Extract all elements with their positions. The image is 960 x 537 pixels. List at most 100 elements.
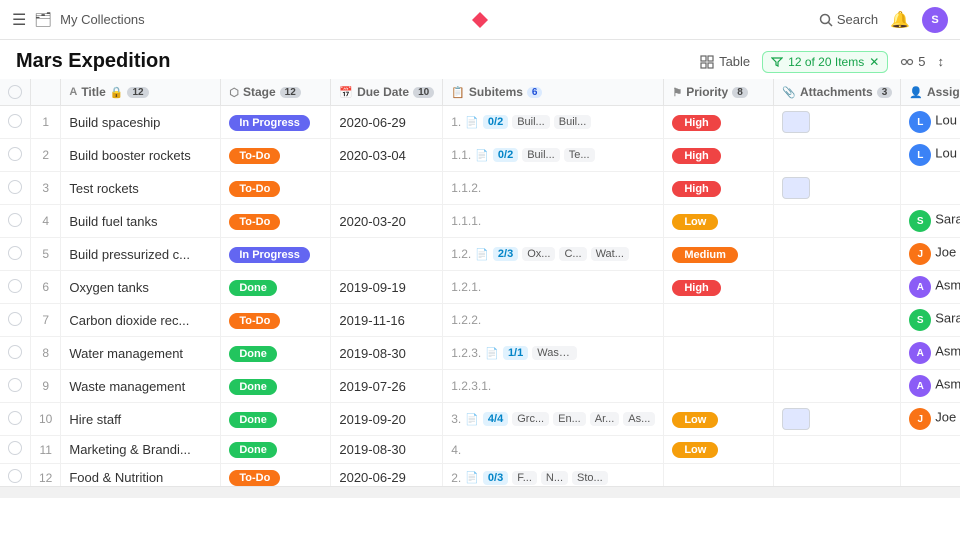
row-title[interactable]: Build pressurized c... bbox=[61, 238, 221, 271]
row-assigned[interactable]: AAsmo bbox=[901, 337, 960, 370]
row-checkbox[interactable] bbox=[8, 279, 22, 293]
th-check[interactable] bbox=[0, 79, 31, 106]
row-title[interactable]: Waste management bbox=[61, 370, 221, 403]
row-priority[interactable]: Low bbox=[664, 403, 774, 436]
table-row[interactable]: 5Build pressurized c...In Progress1.2.📄2… bbox=[0, 238, 960, 271]
row-priority[interactable] bbox=[664, 304, 774, 337]
table-row[interactable]: 11Marketing & Brandi...Done2019-08-304.L… bbox=[0, 436, 960, 464]
group-button[interactable]: 5 bbox=[900, 54, 925, 69]
row-attachments[interactable] bbox=[774, 370, 901, 403]
table-row[interactable]: 8Water managementDone2019-08-301.2.3.📄1/… bbox=[0, 337, 960, 370]
row-title[interactable]: Oxygen tanks bbox=[61, 271, 221, 304]
row-priority[interactable]: High bbox=[664, 271, 774, 304]
row-subitems[interactable]: 1.📄0/2Buil...Buil... bbox=[443, 106, 664, 139]
row-subitems[interactable]: 1.1.📄0/2Buil...Te... bbox=[443, 139, 664, 172]
row-subitems[interactable]: 1.2.3.1. bbox=[443, 370, 664, 403]
row-checkbox[interactable] bbox=[8, 114, 22, 128]
row-stage[interactable]: In Progress bbox=[221, 106, 331, 139]
row-attachments[interactable] bbox=[774, 238, 901, 271]
row-stage[interactable]: To-Do bbox=[221, 304, 331, 337]
row-priority[interactable]: Low bbox=[664, 436, 774, 464]
row-subitems[interactable]: 3.📄4/4Grc...En...Ar...As... bbox=[443, 403, 664, 436]
filter-badge[interactable]: 12 of 20 Items ✕ bbox=[762, 51, 888, 73]
row-title[interactable]: Hire staff bbox=[61, 403, 221, 436]
row-title[interactable]: Build spaceship bbox=[61, 106, 221, 139]
row-subitems[interactable]: 1.2.1. bbox=[443, 271, 664, 304]
row-stage[interactable]: Done bbox=[221, 337, 331, 370]
th-attachments[interactable]: 📎 Attachments 3 bbox=[774, 79, 901, 106]
sort-button[interactable]: ↕ bbox=[938, 54, 945, 69]
row-priority[interactable] bbox=[664, 337, 774, 370]
row-subitems[interactable]: 1.1.1. bbox=[443, 205, 664, 238]
row-stage[interactable]: Done bbox=[221, 403, 331, 436]
row-checkbox[interactable] bbox=[8, 378, 22, 392]
row-checkbox[interactable] bbox=[8, 246, 22, 260]
th-assigned[interactable]: 👤 Assigned To 9 bbox=[901, 79, 960, 106]
bell-icon[interactable]: 🔔 bbox=[890, 10, 910, 30]
row-title[interactable]: Water management bbox=[61, 337, 221, 370]
row-assigned[interactable]: JJoe bbox=[901, 238, 960, 271]
row-attachments[interactable] bbox=[774, 464, 901, 487]
row-subitems[interactable]: 4. bbox=[443, 436, 664, 464]
row-subitems[interactable]: 1.2.📄2/3Ox...C...Wat... bbox=[443, 238, 664, 271]
th-title[interactable]: A Title 🔒 12 bbox=[61, 79, 221, 106]
row-assigned[interactable]: LLou bbox=[901, 139, 960, 172]
table-view-button[interactable]: Table bbox=[700, 54, 750, 69]
row-assigned[interactable]: LLou bbox=[901, 106, 960, 139]
row-attachments[interactable] bbox=[774, 271, 901, 304]
th-priority[interactable]: ⚑ Priority 8 bbox=[664, 79, 774, 106]
row-priority[interactable]: High bbox=[664, 106, 774, 139]
row-checkbox[interactable] bbox=[8, 213, 22, 227]
th-stage[interactable]: ⬡ Stage 12 bbox=[221, 79, 331, 106]
row-subitems[interactable]: 1.2.3.📄1/1Waste ma... bbox=[443, 337, 664, 370]
row-subitems[interactable]: 2.📄0/3F...N...Sto... bbox=[443, 464, 664, 487]
row-priority[interactable] bbox=[664, 464, 774, 487]
row-priority[interactable] bbox=[664, 370, 774, 403]
menu-icon[interactable]: ☰ bbox=[12, 10, 26, 30]
row-title[interactable]: Test rockets bbox=[61, 172, 221, 205]
row-stage[interactable]: To-Do bbox=[221, 172, 331, 205]
row-priority[interactable]: High bbox=[664, 172, 774, 205]
table-row[interactable]: 3Test rocketsTo-Do1.1.2.High bbox=[0, 172, 960, 205]
row-stage[interactable]: Done bbox=[221, 436, 331, 464]
row-priority[interactable]: Low bbox=[664, 205, 774, 238]
row-attachments[interactable] bbox=[774, 403, 901, 436]
row-priority[interactable]: Medium bbox=[664, 238, 774, 271]
row-title[interactable]: Food & Nutrition bbox=[61, 464, 221, 487]
filter-close-icon[interactable]: ✕ bbox=[869, 55, 879, 69]
table-row[interactable]: 12Food & NutritionTo-Do2020-06-292.📄0/3F… bbox=[0, 464, 960, 487]
row-stage[interactable]: To-Do bbox=[221, 205, 331, 238]
row-checkbox[interactable] bbox=[8, 345, 22, 359]
row-stage[interactable]: To-Do bbox=[221, 139, 331, 172]
horizontal-scrollbar[interactable] bbox=[0, 486, 960, 498]
row-checkbox[interactable] bbox=[8, 147, 22, 161]
row-stage[interactable]: Done bbox=[221, 370, 331, 403]
table-row[interactable]: 4Build fuel tanksTo-Do2020-03-201.1.1.Lo… bbox=[0, 205, 960, 238]
table-row[interactable]: 7Carbon dioxide rec...To-Do2019-11-161.2… bbox=[0, 304, 960, 337]
row-assigned[interactable]: AAsmo bbox=[901, 271, 960, 304]
row-assigned[interactable] bbox=[901, 464, 960, 487]
row-title[interactable]: Build fuel tanks bbox=[61, 205, 221, 238]
row-stage[interactable]: To-Do bbox=[221, 464, 331, 487]
row-assigned[interactable]: SSarah bbox=[901, 304, 960, 337]
row-attachments[interactable] bbox=[774, 106, 901, 139]
row-attachments[interactable] bbox=[774, 172, 901, 205]
row-stage[interactable]: Done bbox=[221, 271, 331, 304]
table-row[interactable]: 2Build booster rocketsTo-Do2020-03-041.1… bbox=[0, 139, 960, 172]
row-attachments[interactable] bbox=[774, 337, 901, 370]
row-checkbox[interactable] bbox=[8, 180, 22, 194]
search-button[interactable]: Search bbox=[819, 12, 878, 27]
table-row[interactable]: 10Hire staffDone2019-09-203.📄4/4Grc...En… bbox=[0, 403, 960, 436]
table-row[interactable]: 1Build spaceshipIn Progress2020-06-291.📄… bbox=[0, 106, 960, 139]
row-checkbox[interactable] bbox=[8, 469, 22, 483]
row-subitems[interactable]: 1.2.2. bbox=[443, 304, 664, 337]
row-assigned[interactable]: AAsmo bbox=[901, 370, 960, 403]
row-title[interactable]: Marketing & Brandi... bbox=[61, 436, 221, 464]
row-attachments[interactable] bbox=[774, 304, 901, 337]
row-assigned[interactable] bbox=[901, 436, 960, 464]
check-all[interactable] bbox=[8, 85, 22, 99]
row-attachments[interactable] bbox=[774, 436, 901, 464]
row-priority[interactable]: High bbox=[664, 139, 774, 172]
row-assigned[interactable] bbox=[901, 172, 960, 205]
row-assigned[interactable]: SSarah bbox=[901, 205, 960, 238]
